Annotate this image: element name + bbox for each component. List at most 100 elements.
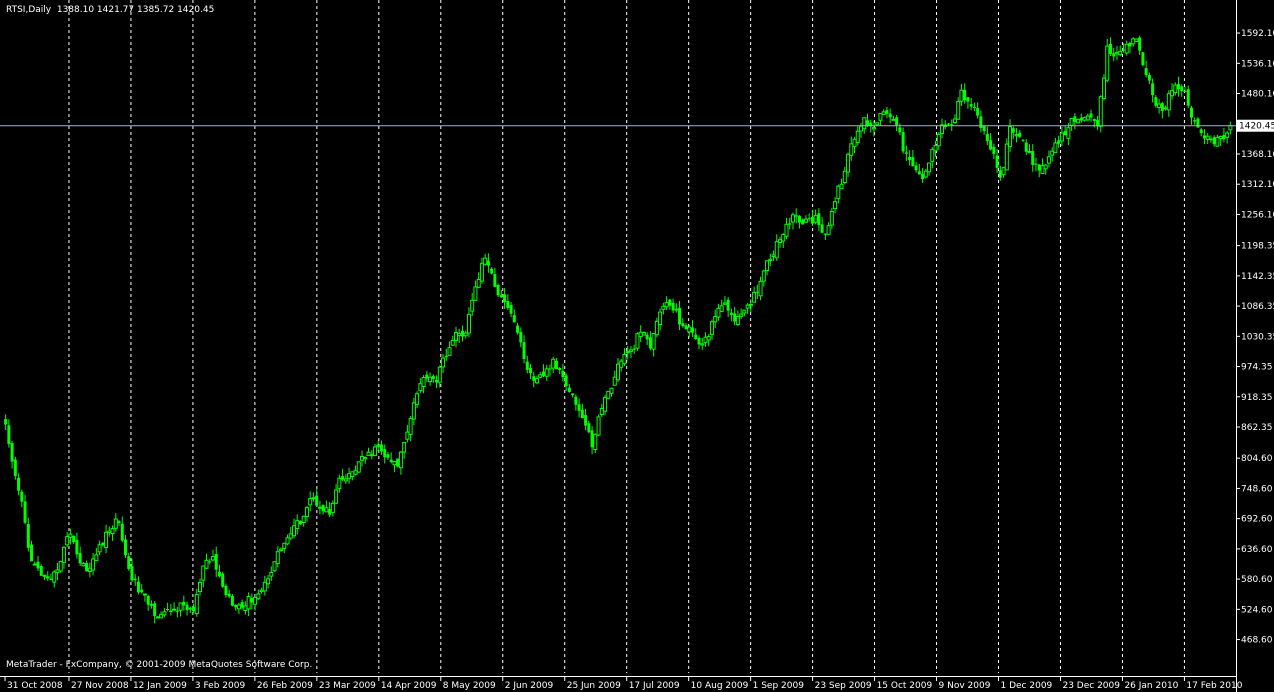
- price-tick-label-6: 1256.10: [1241, 210, 1274, 220]
- time-tick-label-12: 1 Sep 2009: [753, 681, 805, 691]
- candle-body-350: [1138, 37, 1142, 51]
- price-chart[interactable]: 1592.101536.101480.101424.101368.101312.…: [0, 0, 1274, 692]
- candle-body-195: [635, 333, 640, 349]
- candle-body-97: [317, 506, 322, 509]
- candle-234: [761, 269, 766, 287]
- price-tick-label-5: 1312.10: [1241, 180, 1274, 190]
- candle-body-127: [415, 393, 420, 406]
- candle-body-91: [298, 520, 302, 525]
- candle-322: [1046, 150, 1051, 168]
- price-tick-label-16: 692.60: [1241, 515, 1273, 525]
- candle-body-58: [192, 607, 196, 612]
- candle-body-48: [159, 613, 164, 619]
- time-tick-label-17: 23 Dec 2009: [1062, 681, 1120, 691]
- candle-body-39: [130, 566, 134, 581]
- candle-body-49: [162, 611, 167, 616]
- candle-73: [240, 599, 244, 610]
- candle-35: [117, 519, 121, 527]
- price-tick-label-4: 1368.10: [1241, 150, 1274, 160]
- candle-body-81: [266, 578, 271, 585]
- candle-body-61: [201, 565, 206, 581]
- candle-172: [561, 363, 565, 382]
- candle-body-111: [363, 456, 368, 460]
- candle-148: [483, 253, 488, 266]
- candle-body-213: [694, 334, 698, 340]
- candle-101: [330, 500, 335, 517]
- candle-body-286: [930, 148, 935, 162]
- candle-body-8: [30, 544, 34, 562]
- candle-103: [337, 474, 342, 493]
- candle-body-110: [360, 455, 365, 461]
- candle-body-241: [784, 223, 789, 237]
- candle-body-369: [1199, 129, 1203, 134]
- candle-body-18: [61, 546, 66, 563]
- candle-body-72: [236, 604, 241, 610]
- candle-104: [341, 468, 345, 481]
- price-axis-border: [1236, 0, 1237, 692]
- candle-body-163: [532, 376, 536, 381]
- candle-body-107: [350, 471, 355, 478]
- candle-body-245: [797, 215, 801, 223]
- candle-body-348: [1131, 38, 1136, 45]
- candle-227: [739, 308, 744, 320]
- candle-84: [275, 546, 280, 568]
- candle-348: [1131, 37, 1136, 47]
- candle-body-189: [616, 363, 620, 381]
- candle-body-321: [1043, 164, 1048, 170]
- candle-68: [224, 583, 228, 598]
- time-tick-label-16: 1 Dec 2009: [1001, 681, 1053, 691]
- candle-312: [1014, 128, 1019, 143]
- candle-body-151: [493, 274, 497, 287]
- candle-276: [898, 123, 902, 136]
- candle-body-141: [460, 330, 464, 337]
- candle-325: [1057, 135, 1061, 148]
- candle-262: [852, 136, 857, 153]
- candle-174: [567, 384, 571, 393]
- time-tick-label-2: 12 Jan 2009: [133, 681, 187, 691]
- candle-368: [1196, 116, 1200, 128]
- candle-body-20: [68, 533, 73, 538]
- candle-299: [972, 102, 976, 112]
- candle-43: [142, 593, 147, 602]
- time-tick-label-1: 27 Nov 2008: [71, 681, 129, 691]
- candle-164: [534, 375, 539, 385]
- candle-body-283: [921, 173, 925, 180]
- candle-body-157: [512, 315, 516, 323]
- candle-85: [279, 547, 284, 553]
- candle-body-251: [817, 213, 821, 226]
- candle-body-29: [97, 544, 102, 553]
- candle-body-16: [55, 569, 60, 574]
- candle-214: [697, 335, 701, 350]
- candle-131: [428, 372, 433, 386]
- time-tick-label-19: 17 Feb 2010: [1186, 681, 1242, 691]
- candle-60: [198, 578, 203, 596]
- candle-body-21: [72, 535, 76, 543]
- candle-body-313: [1018, 132, 1022, 137]
- candle-body-207: [674, 308, 678, 311]
- candle-341: [1108, 37, 1112, 57]
- candle-body-22: [75, 539, 79, 555]
- candle-152: [496, 283, 500, 298]
- candle-body-171: [558, 367, 562, 370]
- candle-271: [881, 109, 886, 115]
- candle-220: [716, 303, 721, 321]
- candle-70: [230, 593, 234, 607]
- candle-144: [470, 293, 475, 317]
- candle-126: [411, 397, 416, 426]
- time-tick-label-6: 14 Apr 2009: [381, 681, 437, 691]
- candle-307: [998, 165, 1002, 181]
- candle-body-121: [396, 458, 400, 467]
- candle-165: [538, 371, 543, 379]
- candle-272: [885, 106, 889, 119]
- candle-body-224: [729, 312, 733, 315]
- candle-body-269: [875, 122, 880, 126]
- candle-body-345: [1121, 49, 1125, 51]
- candle-100: [328, 502, 332, 518]
- candle-body-1: [7, 425, 11, 445]
- candle-95: [311, 492, 316, 502]
- candle-175: [571, 393, 575, 398]
- candle-body-31: [104, 531, 109, 549]
- candle-body-116: [379, 444, 383, 452]
- candle-237: [771, 250, 776, 261]
- candle-259: [842, 166, 847, 185]
